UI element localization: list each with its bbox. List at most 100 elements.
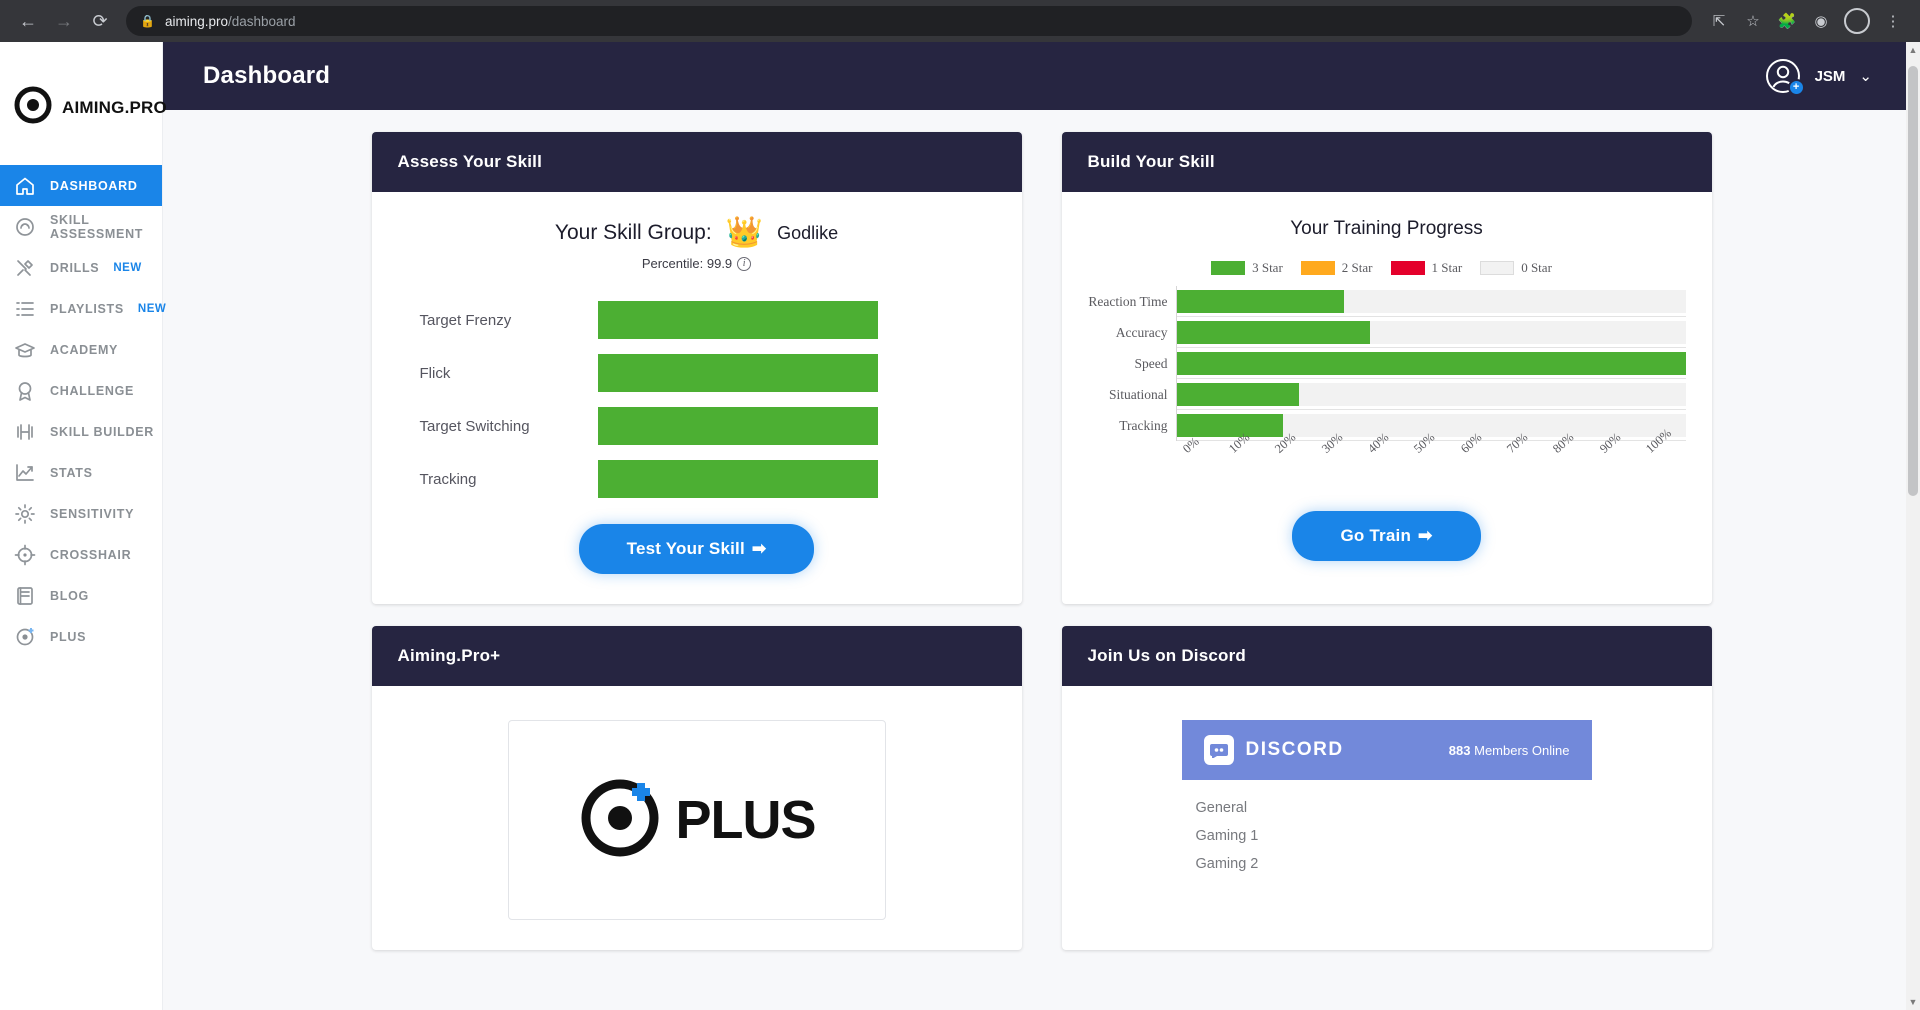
search-lens-icon[interactable]: ◉ (1806, 6, 1836, 36)
sidebar-item-drills[interactable]: DRILLS NEW (0, 247, 162, 288)
award-ribbon-icon (14, 380, 36, 402)
legend-label: 1 Star (1431, 260, 1463, 275)
book-icon (14, 585, 36, 607)
chevron-down-icon[interactable]: ⌄ (1859, 67, 1872, 85)
kebab-menu-icon[interactable]: ⋮ (1878, 6, 1908, 36)
test-your-skill-button[interactable]: Test Your Skill ➡ (578, 524, 815, 574)
user-menu[interactable]: + JSM ⌄ (1765, 58, 1920, 96)
scrollbar-thumb[interactable] (1908, 66, 1918, 496)
sidebar-item-sensitivity[interactable]: SENSITIVITY (0, 493, 162, 534)
sidebar-item-crosshair[interactable]: CROSSHAIR (0, 534, 162, 575)
chart-bar-row (1176, 348, 1686, 379)
chart-bar-row (1176, 286, 1686, 317)
skill-group-row: Your Skill Group: 👑 Godlike (398, 218, 996, 248)
discord-card: Join Us on Discord DISCORD 883 Members O… (1061, 626, 1712, 950)
sidebar-item-plus[interactable]: PLUS (0, 616, 162, 657)
aiming-pro-plus-card: Aiming.Pro+ PLUS (371, 626, 1022, 950)
sidebar-item-label: CHALLENGE (50, 383, 135, 398)
sidebar-item-academy[interactable]: ACADEMY (0, 329, 162, 370)
discord-channel[interactable]: General (1196, 794, 1592, 822)
sidebar-item-challenge[interactable]: CHALLENGE (0, 370, 162, 411)
sidebar-item-skill-builder[interactable]: SKILL BUILDER (0, 411, 162, 452)
legend-label: 3 Star (1252, 260, 1283, 275)
dumbbell-icon (14, 421, 36, 443)
discord-members-label: Members Online (1474, 742, 1570, 758)
skill-row: Flick (398, 354, 996, 392)
plus-card-title: Aiming.Pro+ (371, 626, 1022, 686)
discord-channel[interactable]: Gaming 1 (1196, 822, 1592, 850)
legend-label: 2 Star (1341, 260, 1373, 275)
page-scrollbar[interactable]: ▲ ▼ (1906, 42, 1920, 1010)
tools-icon (14, 257, 36, 279)
chart-y-axis-labels: Reaction Time Accuracy Speed Situational Tra… (1088, 286, 1176, 441)
skill-label: Target Frenzy (419, 311, 512, 329)
scroll-up-arrow-icon[interactable]: ▲ (1906, 42, 1920, 58)
sidebar-item-label: STATS (50, 465, 93, 480)
skill-label: Tracking (419, 470, 477, 488)
chart-y-tick: Reaction Time (1088, 293, 1168, 309)
sidebar-item-blog[interactable]: BLOG (0, 575, 162, 616)
back-arrow-icon[interactable]: ← (12, 5, 44, 37)
assess-card-title: Assess Your Skill (371, 132, 1022, 192)
go-train-button[interactable]: Go Train ➡ (1292, 511, 1481, 561)
legend-swatch (1480, 261, 1515, 275)
scroll-down-arrow-icon[interactable]: ▼ (1906, 994, 1920, 1010)
chart-bar-track (1176, 289, 1686, 313)
discord-card-title: Join Us on Discord (1061, 626, 1712, 686)
assess-cta-wrap: Test Your Skill ➡ (398, 524, 996, 574)
chart-y-tick: Speed (1134, 355, 1168, 371)
chart-legend-item: 2 Star (1300, 260, 1373, 276)
address-bar[interactable]: 🔒 aiming.pro/dashboard (126, 6, 1692, 36)
aiming-pro-plus-logo-icon (577, 775, 663, 866)
top-header-bar: Dashboard + JSM ⌄ (163, 42, 1920, 110)
plus-logo-box[interactable]: PLUS (507, 720, 886, 920)
gear-icon (14, 503, 36, 525)
main-column: Dashboard + JSM ⌄ Assess Your Skill Your… (163, 42, 1920, 1010)
chart-legend: 3 Star 2 Star 1 Star 0 Star (1088, 260, 1686, 276)
star-icon[interactable]: ☆ (1738, 6, 1768, 36)
sidebar-item-badge: NEW (137, 302, 167, 315)
discord-inner: DISCORD 883 Members Online General Gaming… (1181, 720, 1592, 878)
extensions-icon[interactable]: 🧩 (1772, 6, 1802, 36)
share-icon[interactable]: ⇱ (1704, 6, 1734, 36)
chart-bar-row (1176, 317, 1686, 348)
discord-members-online: 883 Members Online (1449, 743, 1570, 758)
skill-bars-list: Target Frenzy Flick Target Switching Tracki… (398, 301, 996, 498)
discord-wordmark: DISCORD (1245, 739, 1344, 760)
sidebar-item-stats[interactable]: STATS (0, 452, 162, 493)
target-dot-logo-icon (14, 86, 52, 129)
chart-y-tick: Tracking (1119, 417, 1168, 433)
sidebar-item-label: SENSITIVITY (50, 506, 135, 521)
profile-avatar-icon[interactable] (1844, 8, 1870, 34)
crosshair-icon (14, 544, 36, 566)
skill-track (597, 301, 878, 339)
chart-bar-fill (1176, 382, 1299, 406)
browser-chrome: ← → ⟳ 🔒 aiming.pro/dashboard ⇱ ☆ 🧩 ◉ ⋮ (0, 0, 1920, 42)
info-icon[interactable]: i (737, 256, 752, 271)
discord-channel[interactable]: Gaming 2 (1196, 850, 1592, 878)
legend-swatch (1390, 261, 1425, 275)
user-avatar-icon[interactable]: + (1765, 58, 1805, 96)
skill-fill (597, 354, 878, 392)
discord-banner[interactable]: DISCORD 883 Members Online (1181, 720, 1592, 780)
skill-fill (597, 407, 878, 445)
sidebar-item-label: ACADEMY (50, 342, 119, 357)
forward-arrow-icon[interactable]: → (48, 5, 80, 37)
list-icon (14, 298, 36, 320)
lock-icon: 🔒 (140, 14, 155, 28)
sidebar-nav: DASHBOARD SKILL ASSESSMENT DRILLS NEW PLAYLI… (0, 165, 166, 657)
legend-label: 0 Star (1521, 260, 1552, 275)
sidebar-item-playlists[interactable]: PLAYLISTS NEW (0, 288, 166, 329)
skill-track (597, 407, 878, 445)
skill-group-label: Your Skill Group: (554, 221, 712, 244)
skill-row: Target Frenzy (398, 301, 996, 339)
sidebar-item-dashboard[interactable]: DASHBOARD (0, 165, 162, 206)
sidebar-item-label: PLAYLISTS (50, 301, 124, 316)
chart-bar-fill (1176, 289, 1345, 313)
discord-card-body: DISCORD 883 Members Online General Gaming… (1062, 686, 1712, 908)
brand-logo[interactable]: AIMING.PRO (0, 42, 167, 129)
legend-swatch (1211, 261, 1246, 275)
skill-track (597, 460, 878, 498)
reload-icon[interactable]: ⟳ (84, 5, 116, 37)
sidebar-item-skill-assessment[interactable]: SKILL ASSESSMENT (0, 206, 162, 247)
